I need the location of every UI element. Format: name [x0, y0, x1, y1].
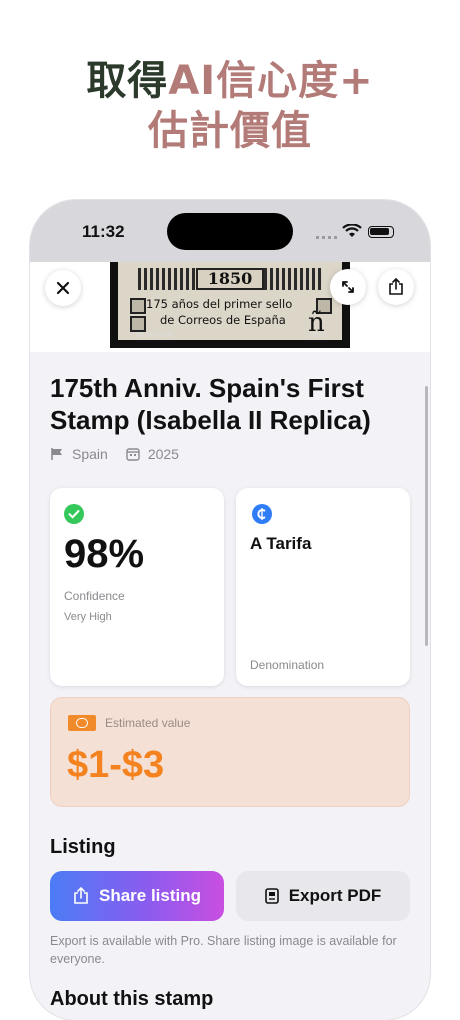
stamp-caption: 175 años del primer sello de Correos de …	[146, 296, 326, 328]
promo-line-2: 估計價值	[148, 108, 312, 154]
item-year: 2025	[147, 446, 179, 462]
share-button[interactable]	[378, 269, 414, 305]
estimated-value: $1-$3	[67, 744, 165, 786]
currency-icon	[252, 504, 272, 524]
stamp-ornament	[130, 316, 146, 332]
item-meta: Spain 2025	[50, 446, 179, 462]
confidence-card: 98% Confidence Very High	[50, 488, 224, 686]
item-image-area: 1850 175 años del primer sello de Correo…	[30, 262, 430, 352]
scrollbar[interactable]	[425, 386, 428, 646]
listing-note: Export is available with Pro. Share list…	[50, 934, 397, 966]
promo-header: 取得AI信心度+ 估計價值	[0, 0, 460, 200]
denomination-card: A Tarifa Denomination	[236, 488, 410, 686]
item-country: Spain	[72, 446, 108, 462]
share-icon	[73, 887, 89, 905]
stamp-year: 1850	[196, 268, 264, 290]
close-icon	[56, 281, 70, 295]
stamp-footer-right: 2025	[310, 332, 326, 339]
close-button[interactable]	[45, 270, 81, 306]
expand-button[interactable]	[330, 269, 366, 305]
wifi-icon	[342, 224, 362, 237]
check-circle-icon	[64, 504, 84, 524]
stamp-caption-line: 175 años del primer sello	[146, 297, 293, 311]
export-pdf-label: Export PDF	[288, 886, 382, 905]
listing-heading: Listing	[50, 836, 116, 858]
stamp-footer-left: RCM-FNMT	[136, 332, 174, 339]
stamp-footer: RCM-FNMT 2025	[136, 332, 326, 339]
dynamic-island	[167, 213, 293, 250]
estimated-value-card: Estimated value $1-$3	[50, 697, 410, 807]
confidence-value: 98%	[64, 532, 145, 576]
calendar-icon	[126, 447, 140, 461]
status-bar: 11:32	[30, 200, 430, 262]
expand-icon	[342, 281, 354, 293]
item-title: 175th Anniv. Spain's First Stamp (Isabel…	[50, 373, 371, 435]
estimated-value-label: Estimated value	[105, 716, 191, 730]
stamp-image[interactable]: 1850 175 años del primer sello de Correo…	[110, 262, 350, 348]
stamp-ornament	[130, 298, 146, 314]
phone-frame: 11:32 1850 175 años del primer sello de …	[30, 200, 430, 1020]
stamp-face: 1850 175 años del primer sello de Correo…	[118, 262, 342, 340]
document-icon	[264, 888, 279, 904]
share-icon	[389, 278, 403, 295]
signal-icon	[316, 236, 338, 239]
status-time: 11:32	[82, 222, 125, 241]
export-pdf-button[interactable]: Export PDF	[236, 871, 410, 921]
share-listing-label: Share listing	[98, 886, 202, 905]
confidence-label: Confidence	[64, 589, 125, 603]
confidence-level: Very High	[64, 611, 112, 623]
stamp-caption-line: de Correos de España	[160, 313, 286, 327]
about-heading: About this stamp	[50, 988, 214, 1010]
money-icon	[68, 715, 96, 731]
denomination-label: Denomination	[250, 658, 325, 672]
flag-icon	[50, 447, 64, 461]
denomination-value: A Tarifa	[250, 534, 312, 553]
battery-icon	[368, 226, 394, 238]
share-listing-button[interactable]: Share listing	[50, 871, 224, 921]
